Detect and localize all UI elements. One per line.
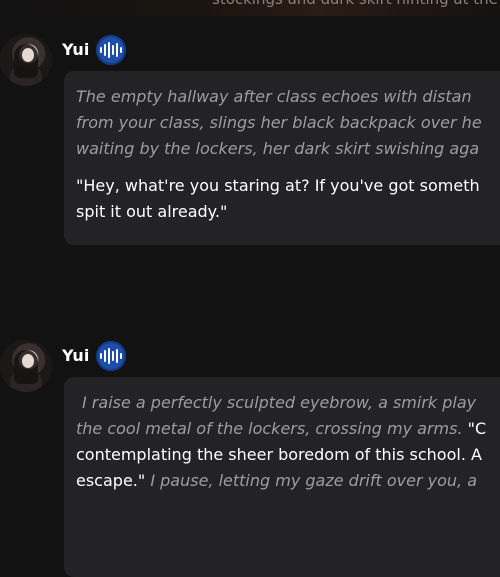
narration-span: the cool metal of the lockers, crossing … bbox=[76, 419, 463, 438]
dialogue-line: "Hey, what're you staring at? If you've … bbox=[76, 176, 480, 195]
previous-message-text: stockings and dark skirt hinting at the bbox=[212, 0, 498, 8]
mixed-line: the cool metal of the lockers, crossing … bbox=[76, 417, 486, 441]
narration-line: waiting by the lockers, her dark skirt s… bbox=[76, 139, 480, 158]
dialogue-line: spit it out already." bbox=[76, 202, 228, 221]
narration-span: I pause, letting my gaze drift over you,… bbox=[150, 471, 477, 490]
previous-message-fragment: stockings and dark skirt hinting at the bbox=[0, 0, 500, 16]
avatar[interactable] bbox=[0, 340, 52, 392]
author-name[interactable]: Yui bbox=[62, 40, 89, 59]
message-bubble: I raise a perfectly sculpted eyebrow, a … bbox=[64, 377, 500, 577]
narration-line: The empty hallway after class echoes wit… bbox=[76, 87, 472, 106]
mixed-line: escape." I pause, letting my gaze drift … bbox=[76, 469, 477, 493]
avatar[interactable] bbox=[0, 34, 52, 86]
dialogue-span: escape." bbox=[76, 471, 146, 490]
narration-line: I raise a perfectly sculpted eyebrow, a … bbox=[82, 393, 477, 412]
dialogue-line: contemplating the sheer boredom of this … bbox=[76, 445, 482, 464]
audio-waveform-icon[interactable] bbox=[96, 341, 126, 371]
author-name[interactable]: Yui bbox=[62, 346, 89, 365]
dialogue-span: "C bbox=[467, 419, 487, 438]
audio-waveform-icon[interactable] bbox=[96, 35, 126, 65]
narration-line: from your class, slings her black backpa… bbox=[76, 113, 482, 132]
message-bubble: The empty hallway after class echoes wit… bbox=[64, 71, 500, 245]
